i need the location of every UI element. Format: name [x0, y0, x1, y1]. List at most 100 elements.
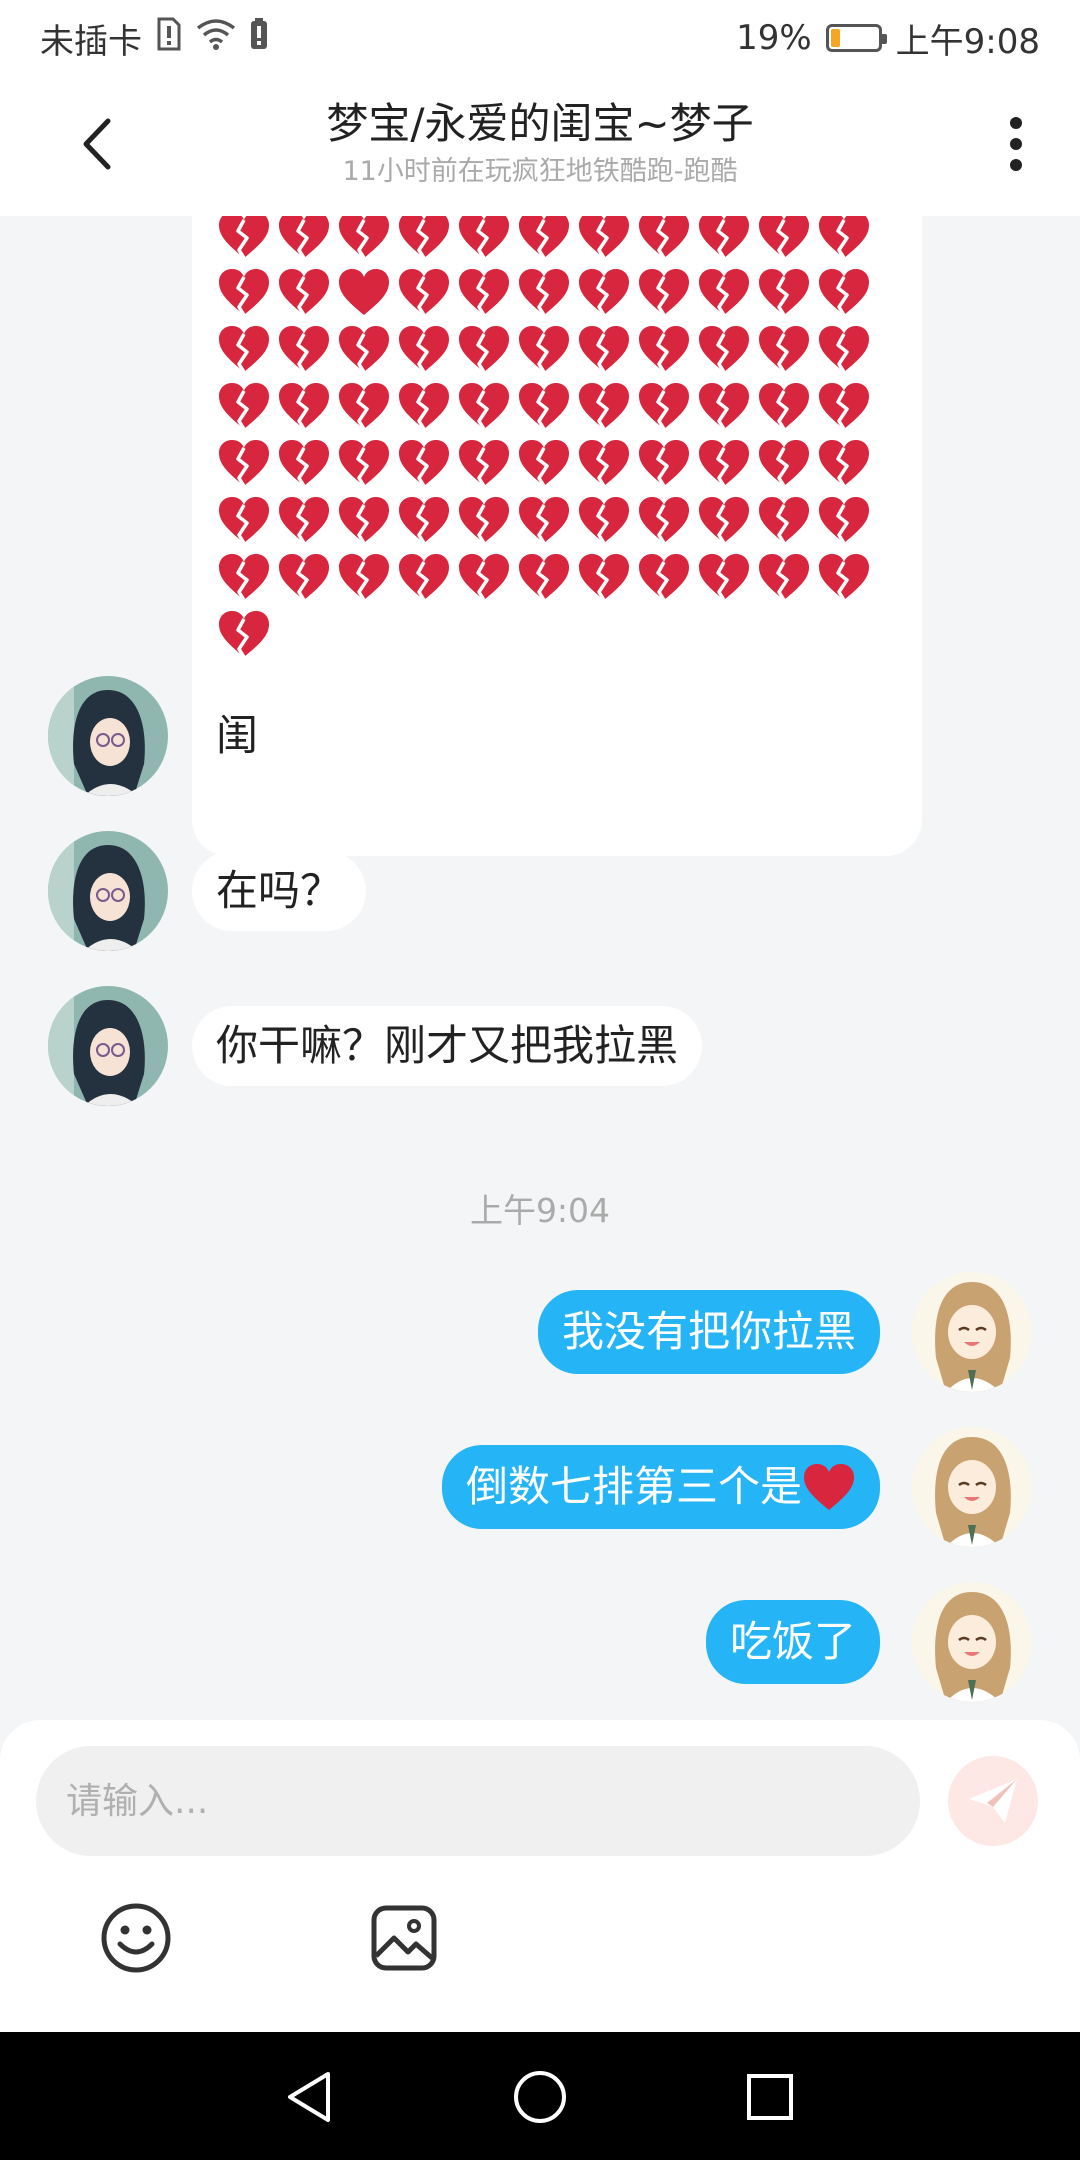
nav-home-button[interactable]: [505, 2062, 575, 2132]
incoming-message-bubble[interactable]: 你干嘛？刚才又把我拉黑: [192, 1006, 703, 1086]
broken-heart-icon: [814, 491, 874, 548]
red-heart-icon: [804, 1464, 854, 1510]
broken-heart-icon: [454, 263, 514, 320]
broken-heart-icon: [634, 263, 694, 320]
heart-grid: [214, 216, 874, 662]
broken-heart-icon: [454, 548, 514, 605]
nav-recents-button[interactable]: [735, 2062, 805, 2132]
nav-back-button[interactable]: [274, 2062, 344, 2132]
nav-back-icon: [288, 2072, 330, 2122]
broken-heart-icon: [694, 491, 754, 548]
back-button[interactable]: [66, 104, 126, 184]
emoji-smile-icon: [101, 1903, 171, 1973]
broken-heart-icon: [334, 548, 394, 605]
broken-heart-icon: [274, 263, 334, 320]
outgoing-message-row: 我没有把你拉黑: [537, 1272, 1032, 1392]
status-bar: 未插卡 19% 上午9:08: [0, 0, 1080, 76]
broken-heart-icon: [754, 548, 814, 605]
broken-heart-icon: [694, 548, 754, 605]
broken-heart-icon: [694, 434, 754, 491]
more-vertical-icon: [1010, 117, 1022, 171]
broken-heart-icon: [514, 216, 574, 263]
outgoing-message-bubble[interactable]: 我没有把你拉黑: [537, 1290, 880, 1374]
broken-heart-icon: [394, 263, 454, 320]
broken-heart-icon: [454, 216, 514, 263]
message-input[interactable]: [36, 1746, 920, 1856]
broken-heart-icon: [754, 320, 814, 377]
battery-icon: [825, 24, 887, 52]
wifi-icon: [196, 18, 236, 59]
contact-avatar[interactable]: [48, 986, 168, 1106]
broken-heart-icon: [634, 377, 694, 434]
broken-heart-icon: [814, 434, 874, 491]
outgoing-message-text: 倒数七排第三个是: [465, 1462, 802, 1511]
broken-heart-icon: [694, 263, 754, 320]
system-navigation-bar: [0, 2032, 1080, 2160]
incoming-message-row: 在吗？: [48, 831, 367, 951]
outgoing-message-bubble[interactable]: 倒数七排第三个是: [441, 1445, 880, 1529]
heart-message-bubble[interactable]: [192, 216, 922, 856]
broken-heart-icon: [394, 491, 454, 548]
incoming-message-bubble[interactable]: 在吗？: [192, 851, 367, 931]
broken-heart-icon: [694, 377, 754, 434]
broken-heart-icon: [454, 491, 514, 548]
broken-heart-icon: [514, 263, 574, 320]
incoming-message-row: 闺: [48, 676, 283, 796]
broken-heart-icon: [334, 320, 394, 377]
broken-heart-icon: [634, 491, 694, 548]
broken-heart-icon: [814, 320, 874, 377]
my-avatar[interactable]: [912, 1582, 1032, 1702]
broken-heart-icon: [394, 434, 454, 491]
broken-heart-icon: [574, 216, 634, 263]
broken-heart-icon: [214, 548, 274, 605]
broken-heart-icon: [334, 434, 394, 491]
broken-heart-icon: [694, 216, 754, 263]
red-heart-icon: [334, 263, 394, 320]
chat-header: 梦宝/永爱的闺宝~梦子 11小时前在玩疯狂地铁酷跑-跑酷: [0, 76, 1080, 216]
broken-heart-icon: [634, 548, 694, 605]
broken-heart-icon: [394, 548, 454, 605]
broken-heart-icon: [514, 491, 574, 548]
nav-recents-icon: [747, 2074, 793, 2120]
incoming-message-bubble[interactable]: 闺: [192, 696, 283, 776]
status-right: 19% 上午9:08: [736, 14, 1040, 63]
broken-heart-icon: [814, 377, 874, 434]
my-avatar[interactable]: [912, 1272, 1032, 1392]
broken-heart-icon: [214, 263, 274, 320]
broken-heart-icon: [814, 216, 874, 263]
title-block: 梦宝/永爱的闺宝~梦子 11小时前在玩疯狂地铁酷跑-跑酷: [160, 96, 920, 190]
broken-heart-icon: [694, 320, 754, 377]
emoji-button[interactable]: [96, 1898, 176, 1978]
battery-saver-icon: [250, 17, 268, 59]
broken-heart-icon: [754, 491, 814, 548]
send-icon: [969, 1779, 1017, 1823]
status-time: 上午9:08: [895, 21, 1040, 62]
send-button[interactable]: [948, 1756, 1038, 1846]
outgoing-message-row: 吃饭了: [705, 1582, 1032, 1702]
incoming-message-row: 你干嘛？刚才又把我拉黑: [48, 986, 703, 1106]
broken-heart-icon: [574, 434, 634, 491]
broken-heart-icon: [574, 377, 634, 434]
broken-heart-icon: [274, 491, 334, 548]
broken-heart-icon: [514, 320, 574, 377]
broken-heart-icon: [214, 320, 274, 377]
broken-heart-icon: [214, 377, 274, 434]
broken-heart-icon: [754, 434, 814, 491]
broken-heart-icon: [634, 320, 694, 377]
outgoing-message-bubble[interactable]: 吃饭了: [705, 1600, 880, 1684]
my-avatar[interactable]: [912, 1427, 1032, 1547]
battery-fill: [830, 29, 841, 47]
broken-heart-icon: [514, 434, 574, 491]
more-button[interactable]: [992, 104, 1040, 184]
message-list[interactable]: 闺 在吗？ 你干嘛？刚才又把我拉黑 上午9:04 我没有把你拉黑 倒数七排第三个…: [0, 216, 1080, 1720]
sim-alert-icon: [156, 17, 182, 60]
broken-heart-icon: [454, 434, 514, 491]
contact-avatar[interactable]: [48, 831, 168, 951]
battery-percent: 19%: [736, 18, 812, 58]
broken-heart-icon: [634, 216, 694, 263]
image-button[interactable]: [364, 1898, 444, 1978]
broken-heart-icon: [514, 548, 574, 605]
broken-heart-icon: [274, 377, 334, 434]
carrier-label: 未插卡: [40, 21, 142, 62]
contact-avatar[interactable]: [48, 676, 168, 796]
